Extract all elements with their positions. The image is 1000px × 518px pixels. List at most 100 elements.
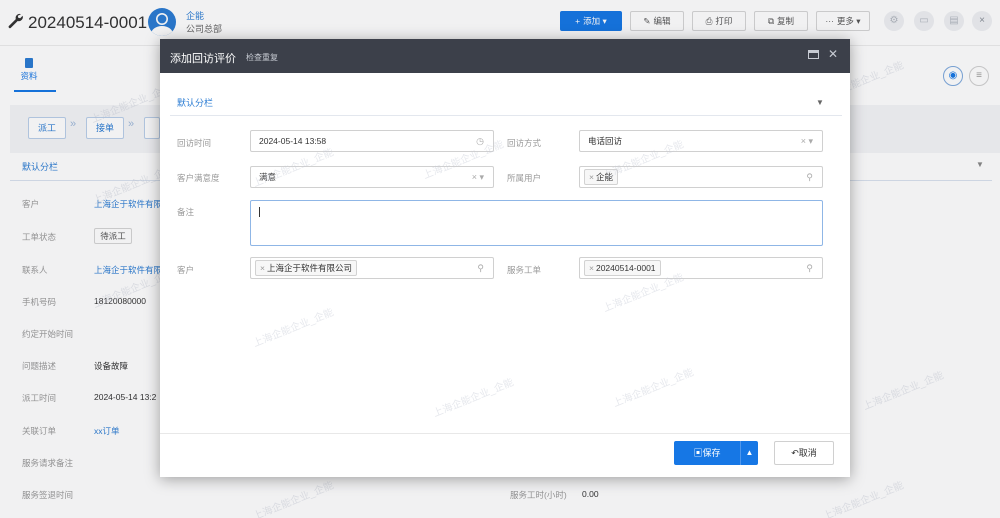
copy-button-label: 复制 [777,16,795,26]
satisfaction-select[interactable]: 满意 × ▾ [250,166,494,188]
copy-button[interactable]: ⧉ 复制 [754,11,808,31]
cancel-button-label: 取消 [798,448,817,458]
ticket-select[interactable]: × 20240514-0001 ⚲ [579,257,823,279]
remark-textarea[interactable] [250,200,823,246]
visit-method-value: 电话回访 [588,136,623,146]
clear-caret-icon[interactable]: × ▾ [472,167,484,187]
document-icon[interactable]: ▤ [944,11,964,31]
field-value-customer[interactable]: 上海企于软件有限 [94,198,162,210]
workflow-icon[interactable]: ⚙ [884,11,904,31]
remove-icon[interactable]: × [589,263,594,273]
watermark: 上海企能企业_企能 [251,307,336,350]
dialog-section-divider [170,115,842,116]
text-cursor [259,206,260,217]
watermark: 上海企能企业_企能 [431,377,516,420]
close-icon[interactable]: × [972,11,992,31]
satisfaction-label: 客户满意度 [177,173,220,183]
close-icon[interactable]: ✕ [828,47,838,61]
ticket-tag[interactable]: × 20240514-0001 [584,260,661,276]
print-button[interactable]: ⎙ 打印 [692,11,746,31]
chevron-right-icon: » [70,118,77,130]
field-label-request-remark: 服务请求备注 [22,458,74,468]
eye-icon[interactable]: ◉ [943,66,963,86]
save-button-label: 保存 [702,448,721,458]
watermark: 上海企能企业_企能 [611,367,696,410]
customer-label: 客户 [177,265,195,275]
check-duplicate-link[interactable]: 检查重复 [246,52,278,63]
edit-icon: ✎ [643,16,651,26]
field-value-problem: 设备故障 [94,361,129,371]
save-button[interactable]: ▣保存 [674,441,740,465]
add-button[interactable]: + 添加 ▾ [560,11,622,31]
clear-caret-icon[interactable]: × ▾ [801,131,813,151]
field-value-contact[interactable]: 上海企于软件有限 [94,264,162,276]
chevron-right-icon: » [128,118,135,130]
caret-up-icon: ▲ [745,448,754,457]
user-org: 公司总部 [186,24,223,34]
caret-down-icon[interactable]: ▼ [976,160,984,169]
caret-down-icon: ▾ [602,16,607,26]
avatar[interactable] [148,8,176,36]
watermark: 上海企能企业_企能 [861,370,946,413]
ellipsis-icon: ··· [825,16,834,26]
cancel-button[interactable]: ↶取消 [774,441,834,465]
search-icon[interactable]: ⚲ [806,167,813,187]
owner-label: 所属用户 [507,173,542,183]
customer-tag[interactable]: × 上海企于软件有限公司 [255,260,357,276]
satisfaction-value: 满意 [259,172,277,182]
customer-select[interactable]: × 上海企于软件有限公司 ⚲ [250,257,494,279]
visit-evaluation-dialog: 添加回访评价 检查重复 ✕ 默认分栏 ▼ 回访时间 2024-05-14 13:… [160,39,850,477]
save-icon: ▣ [693,448,703,458]
dialog-title: 添加回访评价 [170,53,236,65]
field-label-order: 关联订单 [22,426,57,436]
search-icon[interactable]: ⚲ [477,258,484,278]
visit-time-label: 回访时间 [177,138,212,148]
user-name[interactable]: 企能 [186,9,204,22]
remove-icon[interactable]: × [260,263,265,273]
field-label-signout-time: 服务签退时间 [22,490,74,500]
more-button[interactable]: ··· 更多 ▾ [816,11,870,31]
dialog-header: 添加回访评价 检查重复 ✕ [160,39,850,73]
ticket-label: 服务工单 [507,265,542,275]
flow-step-dispatch[interactable]: 派工 [28,117,66,139]
active-tab-indicator [14,90,56,92]
sliders-icon[interactable]: ≡ [969,66,989,86]
wrench-icon [8,13,23,29]
record-number: 20240514-0001 [28,13,148,32]
field-label-start-time: 约定开始时间 [22,329,74,339]
owner-select[interactable]: × 企能 ⚲ [579,166,823,188]
dialog-footer-divider [160,433,850,434]
visit-method-select[interactable]: 电话回访 × ▾ [579,130,823,152]
field-label-status: 工单状态 [22,232,57,242]
plus-icon: + [575,16,581,26]
section-title[interactable]: 默认分栏 [22,160,58,173]
field-value-dispatch-time: 2024-05-14 13:2 [94,392,157,402]
edit-button[interactable]: ✎ 编辑 [630,11,684,31]
more-button-label: 更多 [836,16,854,26]
flow-step-accept[interactable]: 接单 [86,117,124,139]
flow-step-next[interactable] [144,117,160,139]
print-button-label: 打印 [715,16,733,26]
owner-tag[interactable]: × 企能 [584,169,618,185]
add-button-label: 添加 [583,16,601,26]
field-label-phone: 手机号码 [22,297,57,307]
field-label-contact: 联系人 [22,265,48,275]
tab-info[interactable]: 资料 [14,58,56,92]
remove-icon[interactable]: × [589,172,594,182]
save-options-button[interactable]: ▲ [740,441,758,465]
field-label-problem: 问题描述 [22,361,57,371]
watermark: 上海企能企业_企能 [821,480,906,518]
user-silhouette-icon [151,13,173,36]
visit-method-label: 回访方式 [507,138,542,148]
visit-time-input[interactable]: 2024-05-14 13:58 ◷ [250,130,494,152]
window-icon[interactable]: ▭ [914,11,934,31]
maximize-icon[interactable] [808,50,819,59]
dialog-section-title[interactable]: 默认分栏 [177,96,213,109]
remark-label: 备注 [177,207,195,217]
field-value-order[interactable]: xx订单 [94,425,120,437]
caret-down-icon[interactable]: ▼ [816,98,824,107]
clock-icon[interactable]: ◷ [476,131,484,151]
field-label-work-hours: 服务工时(小时) [510,490,567,500]
search-icon[interactable]: ⚲ [806,258,813,278]
field-value-phone: 18120080000 [94,296,147,306]
